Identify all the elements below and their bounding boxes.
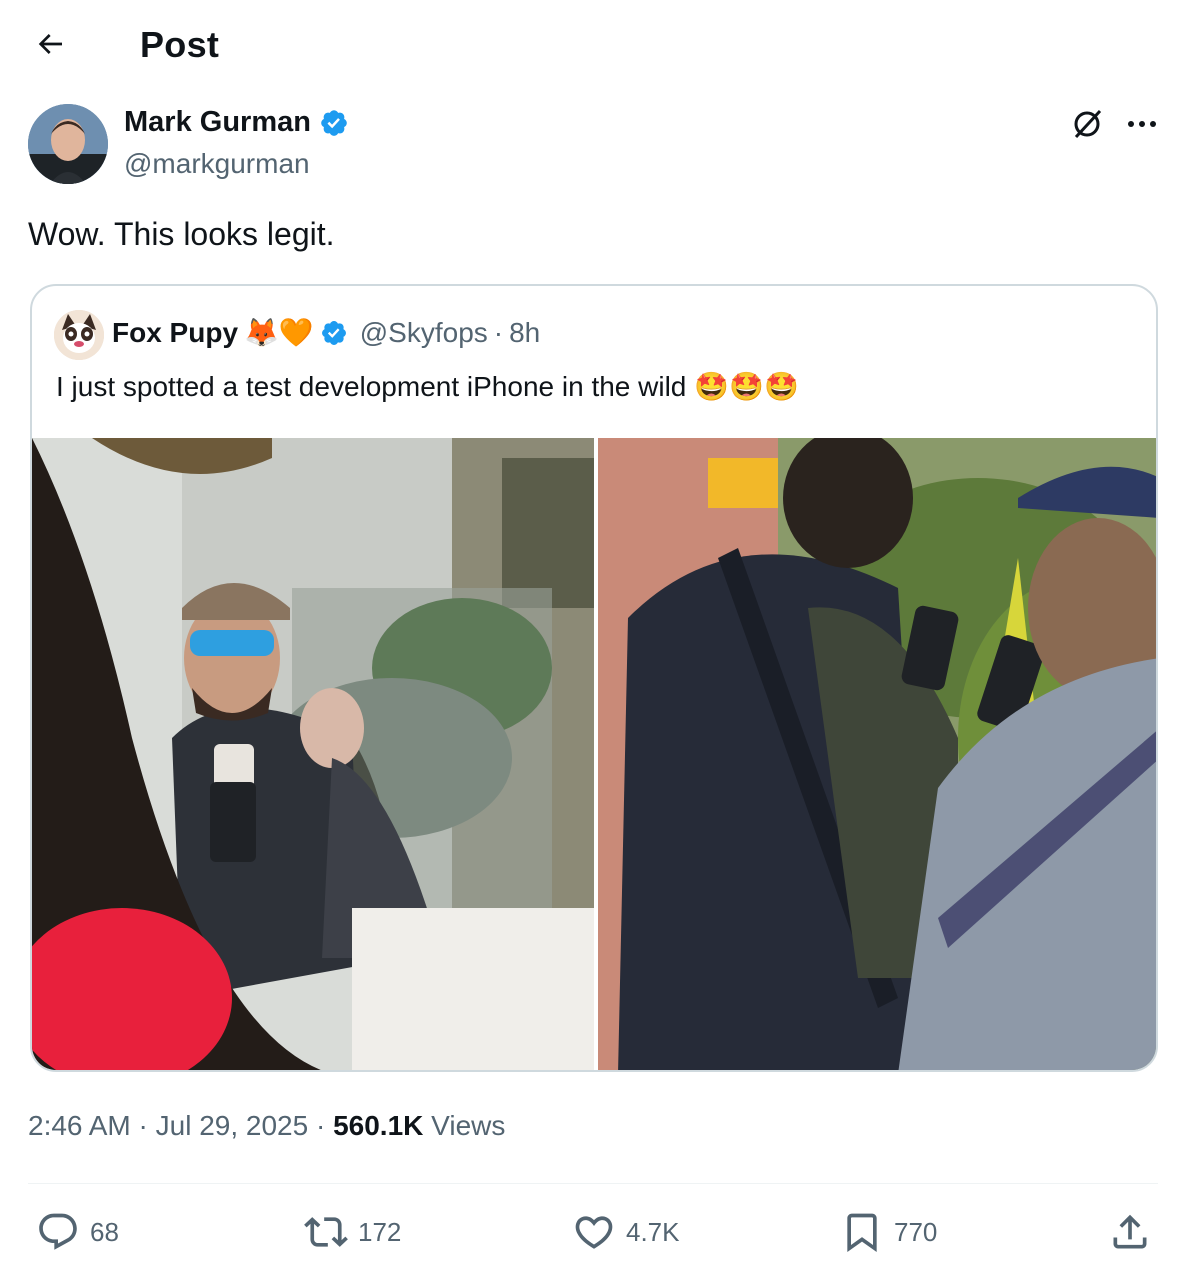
share-button[interactable] xyxy=(1108,1208,1152,1256)
reply-button[interactable]: 68 xyxy=(36,1208,119,1256)
tweet-text: Wow. This looks legit. xyxy=(28,216,335,252)
divider xyxy=(28,1183,1158,1184)
repost-count: 172 xyxy=(358,1216,402,1247)
repost-icon xyxy=(304,1217,348,1247)
author-avatar[interactable] xyxy=(28,104,108,184)
grok-button[interactable] xyxy=(1066,104,1110,144)
repost-button[interactable]: 172 xyxy=(304,1208,401,1256)
media-grid xyxy=(32,438,1156,1070)
share-icon xyxy=(1113,1214,1147,1249)
views-count: 560.1K xyxy=(333,1110,424,1141)
reply-icon xyxy=(39,1213,77,1250)
post-time[interactable]: 2:46 AM xyxy=(28,1110,131,1141)
bookmark-button[interactable]: 770 xyxy=(840,1208,937,1256)
quoted-tweet[interactable]: Fox Pupy 🦊🧡 @Skyfops · 8h I just spotted… xyxy=(30,284,1158,1072)
post-date[interactable]: Jul 29, 2025 xyxy=(156,1110,309,1141)
quoted-author-handle: @Skyfops xyxy=(359,316,488,348)
quoted-emojis: 🤩🤩🤩 xyxy=(694,371,799,402)
photo-2[interactable] xyxy=(598,438,1156,1070)
page-title: Post xyxy=(140,24,220,65)
author-handle[interactable]: @markgurman xyxy=(124,148,310,180)
verified-badge-icon xyxy=(321,110,347,137)
verified-badge-icon xyxy=(321,320,346,345)
grok-icon xyxy=(1074,109,1102,139)
heart-icon xyxy=(575,1216,613,1249)
more-options-button[interactable] xyxy=(1120,104,1164,144)
photo-1[interactable] xyxy=(32,438,594,1070)
more-icon xyxy=(1128,121,1156,127)
author-name[interactable]: Mark Gurman xyxy=(124,106,349,139)
name-emojis: 🦊🧡 xyxy=(244,317,314,348)
views-label: Views xyxy=(431,1110,506,1141)
bookmark-icon xyxy=(847,1213,877,1253)
reply-count: 68 xyxy=(90,1216,119,1247)
back-button[interactable] xyxy=(28,22,72,66)
quoted-author-avatar xyxy=(54,310,104,360)
like-button[interactable]: 4.7K xyxy=(572,1208,680,1256)
like-count: 4.7K xyxy=(626,1216,680,1247)
arrow-left-icon xyxy=(38,34,62,54)
quoted-time: 8h xyxy=(509,316,541,348)
quoted-text: I just spotted a test development iPhone… xyxy=(56,370,687,402)
quoted-author-name: Fox Pupy xyxy=(112,316,239,348)
post-meta: 2:46 AM · Jul 29, 2025 · 560.1K Views xyxy=(28,1110,506,1141)
bookmark-count: 770 xyxy=(894,1216,938,1247)
